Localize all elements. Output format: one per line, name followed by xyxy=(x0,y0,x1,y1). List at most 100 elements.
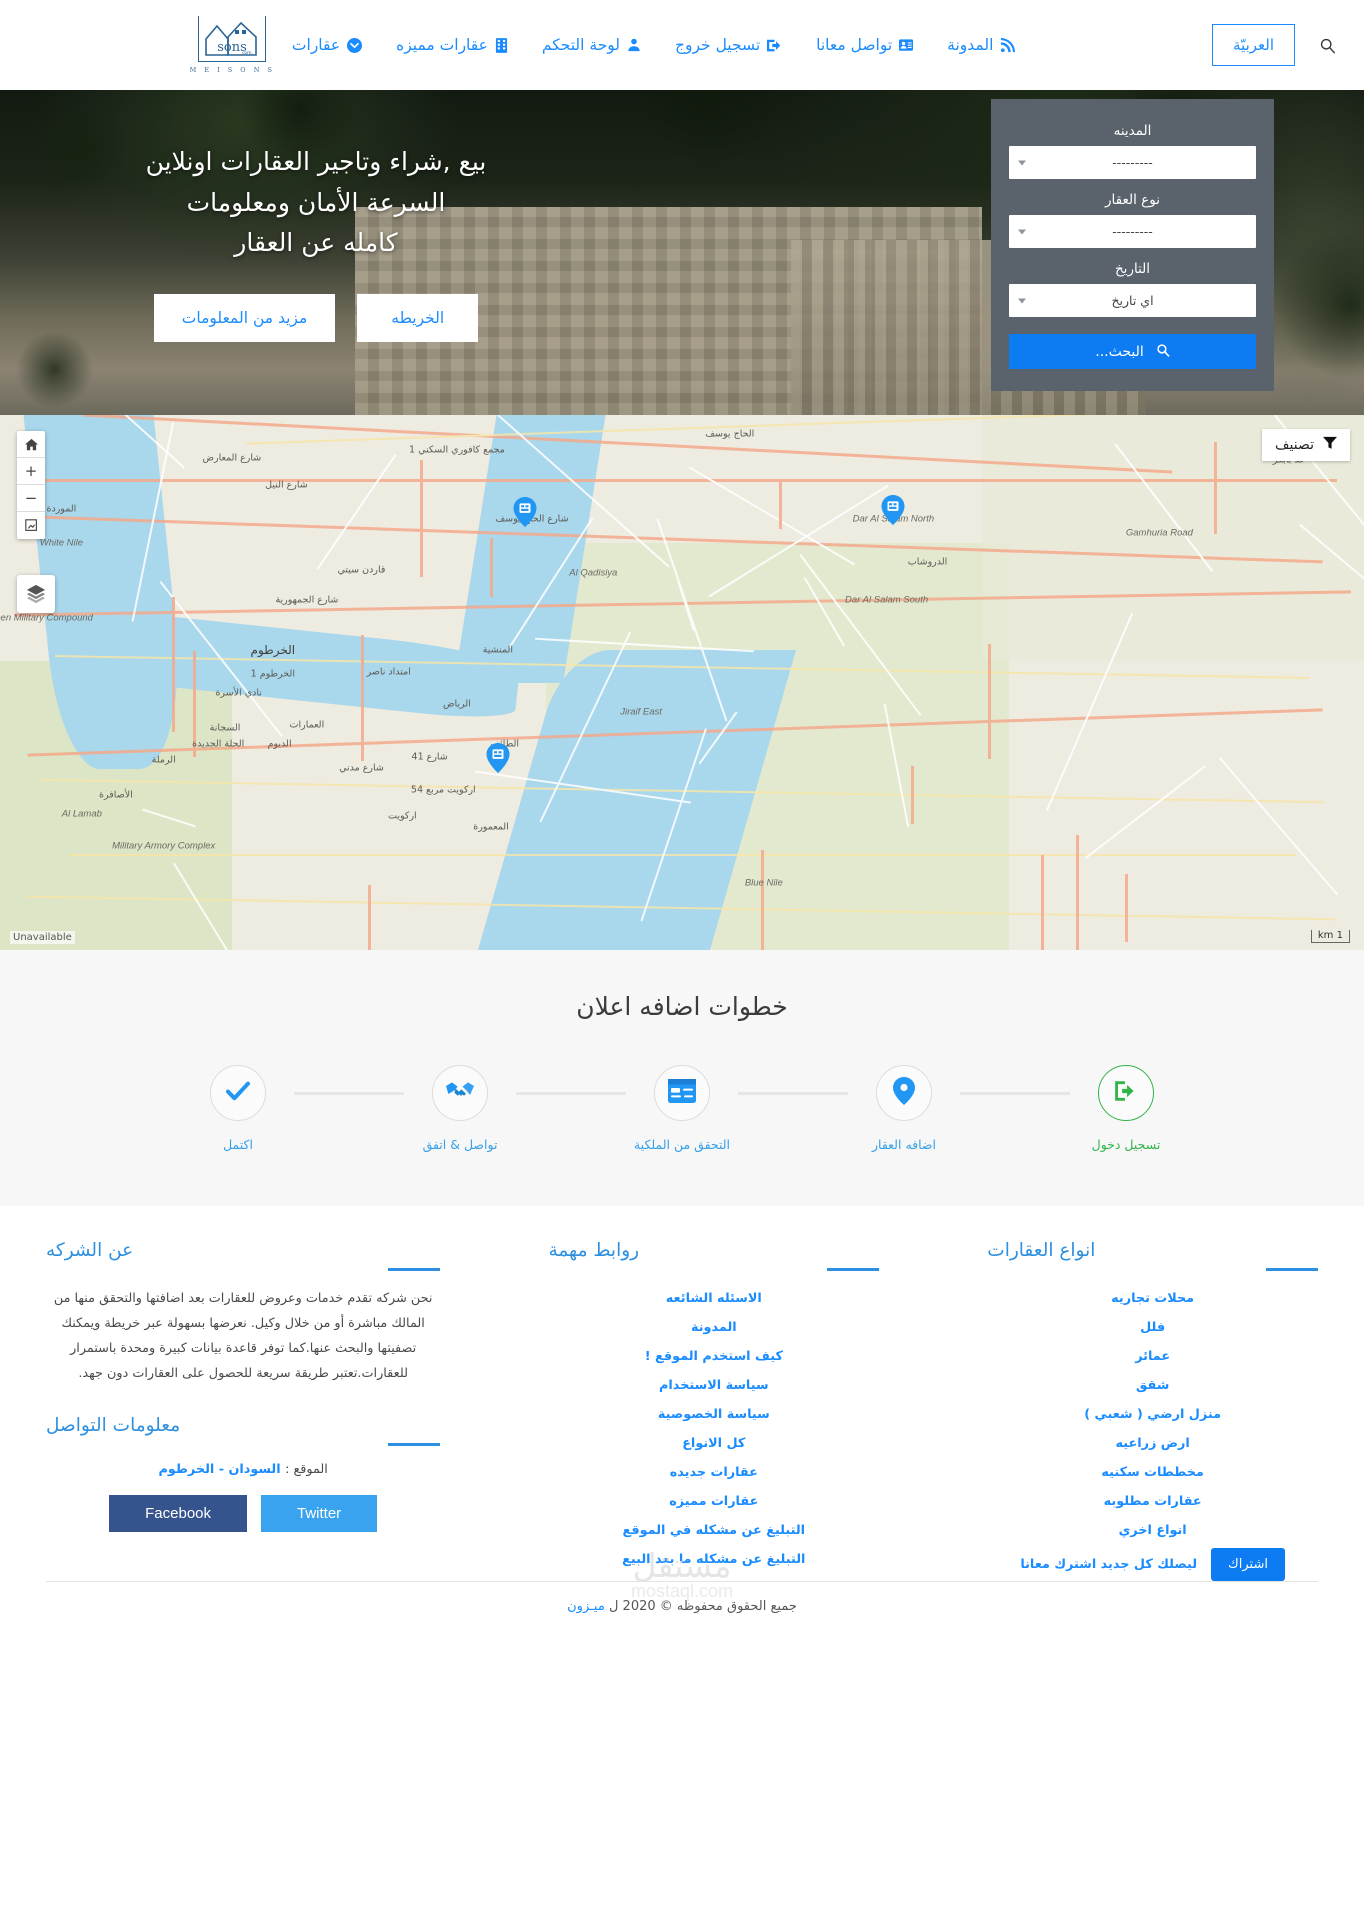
copyright-brand: ميـزون xyxy=(567,1599,605,1614)
subscribe-button[interactable]: اشتراك xyxy=(1211,1548,1285,1581)
map-filter-button[interactable]: تصنيف xyxy=(1262,429,1350,461)
map-property-pin[interactable] xyxy=(486,743,509,773)
footer-important-link[interactable]: الاسئله الشائعه xyxy=(666,1291,762,1306)
nav-item-contact[interactable]: تواصل معانا xyxy=(799,28,930,62)
site-logo[interactable]: sons .com M E I S O N S xyxy=(176,16,275,74)
map-layers-button[interactable] xyxy=(17,575,55,613)
nav-item-featured-properties[interactable]: عقارات مميزه xyxy=(379,28,525,62)
properties-map[interactable]: مجمع كافوري السكني 1الحاج يوسفعد بابكرشا… xyxy=(0,415,1364,950)
footer-type-link[interactable]: عقارات مطلوبه xyxy=(1104,1494,1202,1509)
footer-contact-location: الموقع : السودان - الخرطوم xyxy=(46,1462,440,1477)
step-label: التحقق من الملكية xyxy=(634,1137,730,1152)
dashboard-user-icon xyxy=(627,38,641,52)
hero-map-button[interactable]: الخريطه xyxy=(357,294,478,342)
property-type-select[interactable]: --------- xyxy=(1009,215,1256,248)
list-item: محلات تجاريه xyxy=(987,1287,1318,1306)
footer-type-link[interactable]: مخططات سكنيه xyxy=(1101,1465,1203,1480)
id-card-icon xyxy=(668,1079,696,1107)
footer-important-link[interactable]: التبليغ عن مشكله ما بعد البيع xyxy=(622,1552,805,1567)
map-label: Military Armory Complex xyxy=(112,840,215,851)
nav-item-dashboard[interactable]: لوحة التحكم xyxy=(525,28,658,62)
footer-important-link[interactable]: عقارات مميزه xyxy=(669,1494,758,1509)
steps-section: خطوات اضافه اعلان تسجيل دخول اضافه العقار… xyxy=(0,950,1364,1206)
date-select[interactable]: اي تاريخ xyxy=(1009,284,1256,317)
map-label: العمارات xyxy=(290,720,325,731)
chevron-down-circle-icon xyxy=(347,38,362,53)
map-label: الديوم xyxy=(268,739,292,750)
twitter-button[interactable]: Twitter xyxy=(261,1495,377,1532)
search-button-label: البحث... xyxy=(1095,344,1144,360)
footer-important-link[interactable]: كيف استخدم الموقع ! xyxy=(645,1349,783,1364)
footer-type-link[interactable]: منزل ارضي ( شعبي ) xyxy=(1084,1407,1221,1422)
list-item: مخططات سكنيه xyxy=(987,1461,1318,1480)
language-toggle-button[interactable]: العربيّة xyxy=(1212,24,1295,66)
map-home-button[interactable] xyxy=(17,431,45,458)
step-item[interactable]: تواصل & اتفق xyxy=(404,1065,516,1152)
map-canvas[interactable]: مجمع كافوري السكني 1الحاج يوسفعد بابكرشا… xyxy=(0,415,1364,950)
nav-item-label: تسجيل خروج xyxy=(675,36,760,54)
map-label: الرياض xyxy=(443,698,471,709)
step-label: تسجيل دخول xyxy=(1092,1137,1161,1152)
footer-important-link[interactable]: سياسة الخصوصية xyxy=(658,1407,770,1422)
map-unavailable-notice: Unavailable xyxy=(10,931,75,944)
subscribe-text: ليصلك كل جديد اشترك معانا xyxy=(1020,1557,1197,1572)
step-item[interactable]: التحقق من الملكية xyxy=(626,1065,738,1152)
step-label: اضافه العقار xyxy=(872,1137,936,1152)
footer-type-link[interactable]: محلات تجاريه xyxy=(1111,1291,1194,1306)
footer-important-link[interactable]: المدونة xyxy=(691,1320,737,1335)
map-label: شارع الجمهورية xyxy=(275,594,338,605)
search-submit-button[interactable]: البحث... xyxy=(1009,334,1256,369)
chevron-down-icon xyxy=(1018,298,1026,303)
step-connector-line xyxy=(738,1092,848,1095)
facebook-button[interactable]: Facebook xyxy=(109,1495,247,1532)
footer-type-link[interactable]: انواع اخري xyxy=(1119,1523,1187,1538)
map-label: Jiraif East xyxy=(620,706,662,717)
map-label: Gamhuria Road xyxy=(1126,527,1193,538)
footer-type-link[interactable]: شقق xyxy=(1136,1378,1169,1393)
subscribe-row: اشتراك ليصلك كل جديد اشترك معانا xyxy=(987,1548,1318,1581)
nav-item-label: المدونة xyxy=(947,36,993,54)
footer-important-link[interactable]: سياسة الاستخدام xyxy=(659,1378,769,1393)
hero-more-info-button[interactable]: مزيد من المعلومات xyxy=(154,294,335,342)
footer-about-heading: عن الشركه xyxy=(46,1240,440,1261)
city-label: المدينه xyxy=(1009,123,1256,139)
step-label: اكتمل xyxy=(223,1137,253,1152)
footer-type-link[interactable]: عمائر xyxy=(1135,1349,1170,1364)
step-icon-circle xyxy=(432,1065,488,1121)
heading-underline xyxy=(1266,1268,1318,1271)
step-item[interactable]: اضافه العقار xyxy=(848,1065,960,1152)
city-field: المدينه --------- xyxy=(1009,123,1256,179)
search-icon[interactable] xyxy=(1313,31,1342,60)
hero-headline-line-1: بيع ,شراء وتاجير العقارات اونلاين xyxy=(146,147,487,176)
map-zoom-out-button[interactable]: − xyxy=(17,485,45,512)
map-locate-button[interactable] xyxy=(17,512,45,539)
map-scale-bar: 1 km xyxy=(1311,930,1350,943)
nav-item-label: عقارات مميزه xyxy=(396,36,488,54)
map-property-pin[interactable] xyxy=(514,497,537,527)
city-select[interactable]: --------- xyxy=(1009,146,1256,179)
step-connector-line xyxy=(294,1092,404,1095)
map-label: اركويت xyxy=(388,811,417,822)
nav-item-properties[interactable]: عقارات xyxy=(275,28,379,62)
list-item: شقق xyxy=(987,1374,1318,1393)
copyright-text: جميع الحقوق محفوظه © 2020 ل xyxy=(605,1599,797,1614)
nav-item-label: لوحة التحكم xyxy=(542,36,620,54)
step-connector-line xyxy=(960,1092,1070,1095)
nav-item-logout[interactable]: تسجيل خروج xyxy=(658,28,799,62)
step-item[interactable]: اكتمل xyxy=(182,1065,294,1152)
footer-important-link[interactable]: كل الانواع xyxy=(682,1436,745,1451)
social-buttons: Twitter Facebook xyxy=(46,1495,440,1532)
map-zoom-in-button[interactable]: + xyxy=(17,458,45,485)
map-property-pin[interactable] xyxy=(882,495,905,525)
list-item: عقارات مميزه xyxy=(548,1490,879,1509)
footer-type-link[interactable]: فلل xyxy=(1140,1320,1165,1335)
footer-important-link[interactable]: عقارات جديده xyxy=(670,1465,758,1480)
footer-type-link[interactable]: ارض زراعيه xyxy=(1116,1436,1190,1451)
logout-icon xyxy=(767,38,782,53)
step-item[interactable]: تسجيل دخول xyxy=(1070,1065,1182,1152)
footer-important-link[interactable]: التبليغ عن مشكله في الموقع xyxy=(623,1523,806,1538)
map-label: امتداد ناصر xyxy=(367,666,411,677)
map-labels-layer: مجمع كافوري السكني 1الحاج يوسفعد بابكرشا… xyxy=(0,415,1364,950)
property-search-card: المدينه --------- نوع العقار --------- ا… xyxy=(991,99,1274,391)
nav-item-blog[interactable]: المدونة xyxy=(930,28,1032,62)
